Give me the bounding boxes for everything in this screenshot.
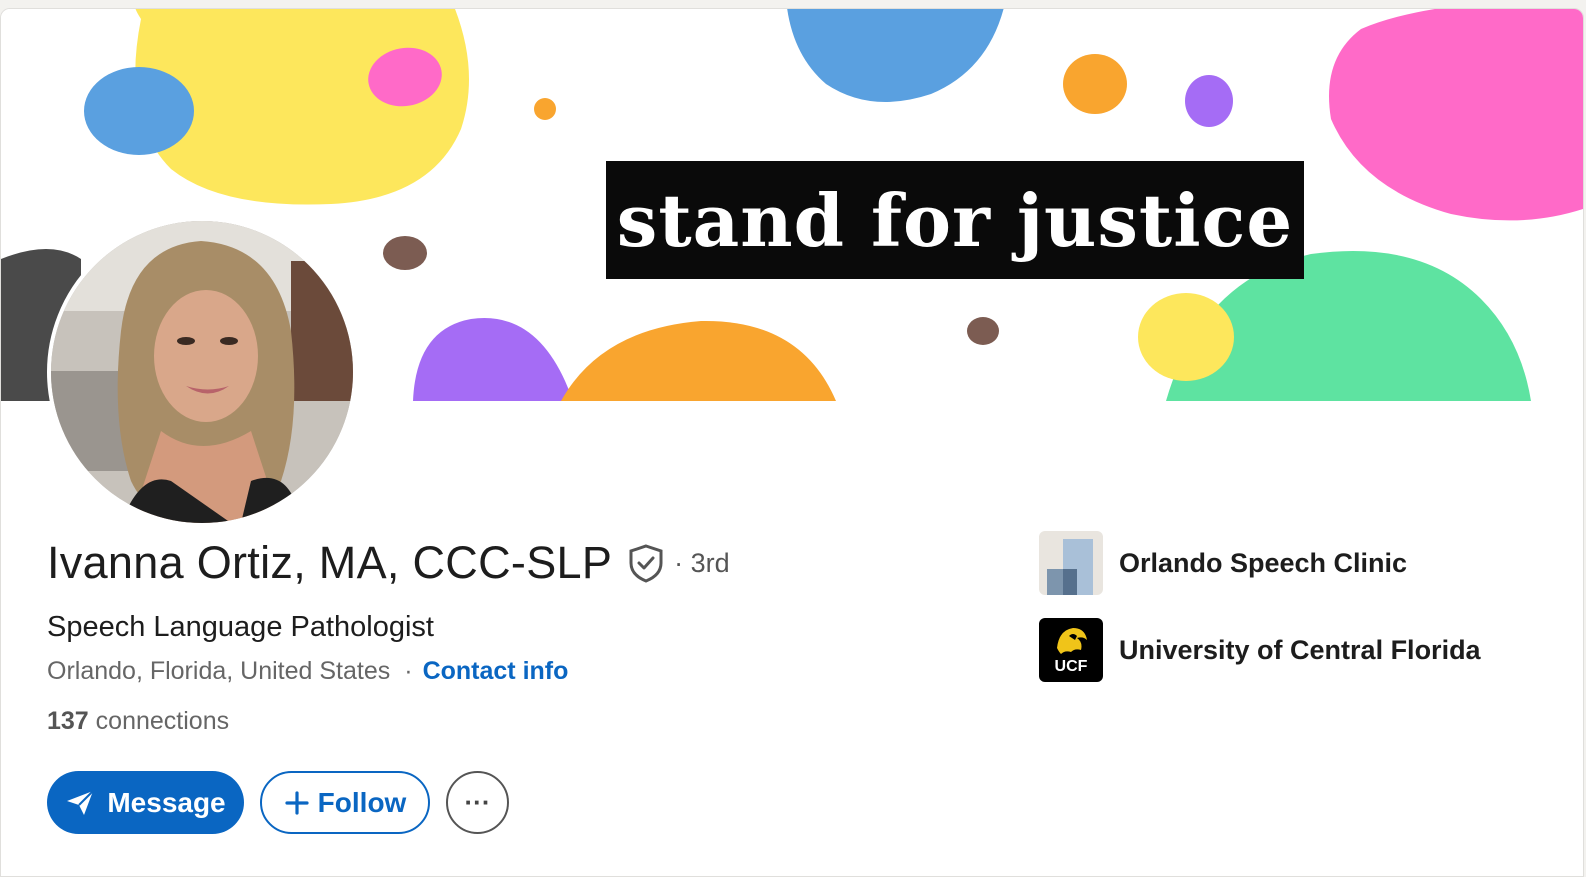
more-icon: ··· (464, 787, 491, 817)
avatar-photo (51, 221, 353, 523)
follow-button[interactable]: Follow (260, 771, 430, 834)
banner-slogan-box: stand for justice (606, 161, 1304, 279)
org-education[interactable]: UCF University of Central Florida (1039, 618, 1481, 682)
connections-label: connections (95, 707, 230, 735)
connections-number: 137 (47, 707, 89, 735)
connection-degree: · 3rd (674, 547, 730, 578)
plus-icon (285, 790, 309, 815)
profile-card: stand for justice Ivanna Ortiz, MA, CCC-… (0, 8, 1584, 877)
more-actions-button[interactable]: ··· (446, 771, 509, 834)
location-row: Orlando, Florida, United States · Contac… (47, 657, 568, 686)
profile-name: Ivanna Ortiz, MA, CCC-SLP (47, 537, 613, 588)
profile-headline: Speech Language Pathologist (47, 611, 434, 643)
send-icon (67, 789, 95, 815)
ucf-logo-text: UCF (1054, 658, 1088, 675)
profile-name-row: Ivanna Ortiz, MA, CCC-SLP · 3rd (47, 537, 730, 589)
company-placeholder-logo-icon (1039, 531, 1103, 595)
message-button[interactable]: Message (47, 771, 244, 834)
verified-shield-icon[interactable] (626, 543, 666, 583)
contact-info-link[interactable]: Contact info (423, 657, 569, 686)
banner-slogan: stand for justice (616, 177, 1294, 263)
org-name-education: University of Central Florida (1119, 634, 1481, 665)
org-name-company: Orlando Speech Clinic (1119, 547, 1408, 578)
org-current-company[interactable]: Orlando Speech Clinic (1039, 531, 1407, 595)
ucf-logo-icon: UCF (1039, 618, 1103, 682)
profile-location: Orlando, Florida, United States (47, 657, 391, 685)
message-button-label: Message (107, 786, 226, 818)
profile-avatar[interactable] (47, 217, 357, 527)
connections-count[interactable]: 137 connections (47, 707, 229, 736)
follow-button-label: Follow (317, 786, 407, 818)
location-separator: · (404, 657, 413, 685)
